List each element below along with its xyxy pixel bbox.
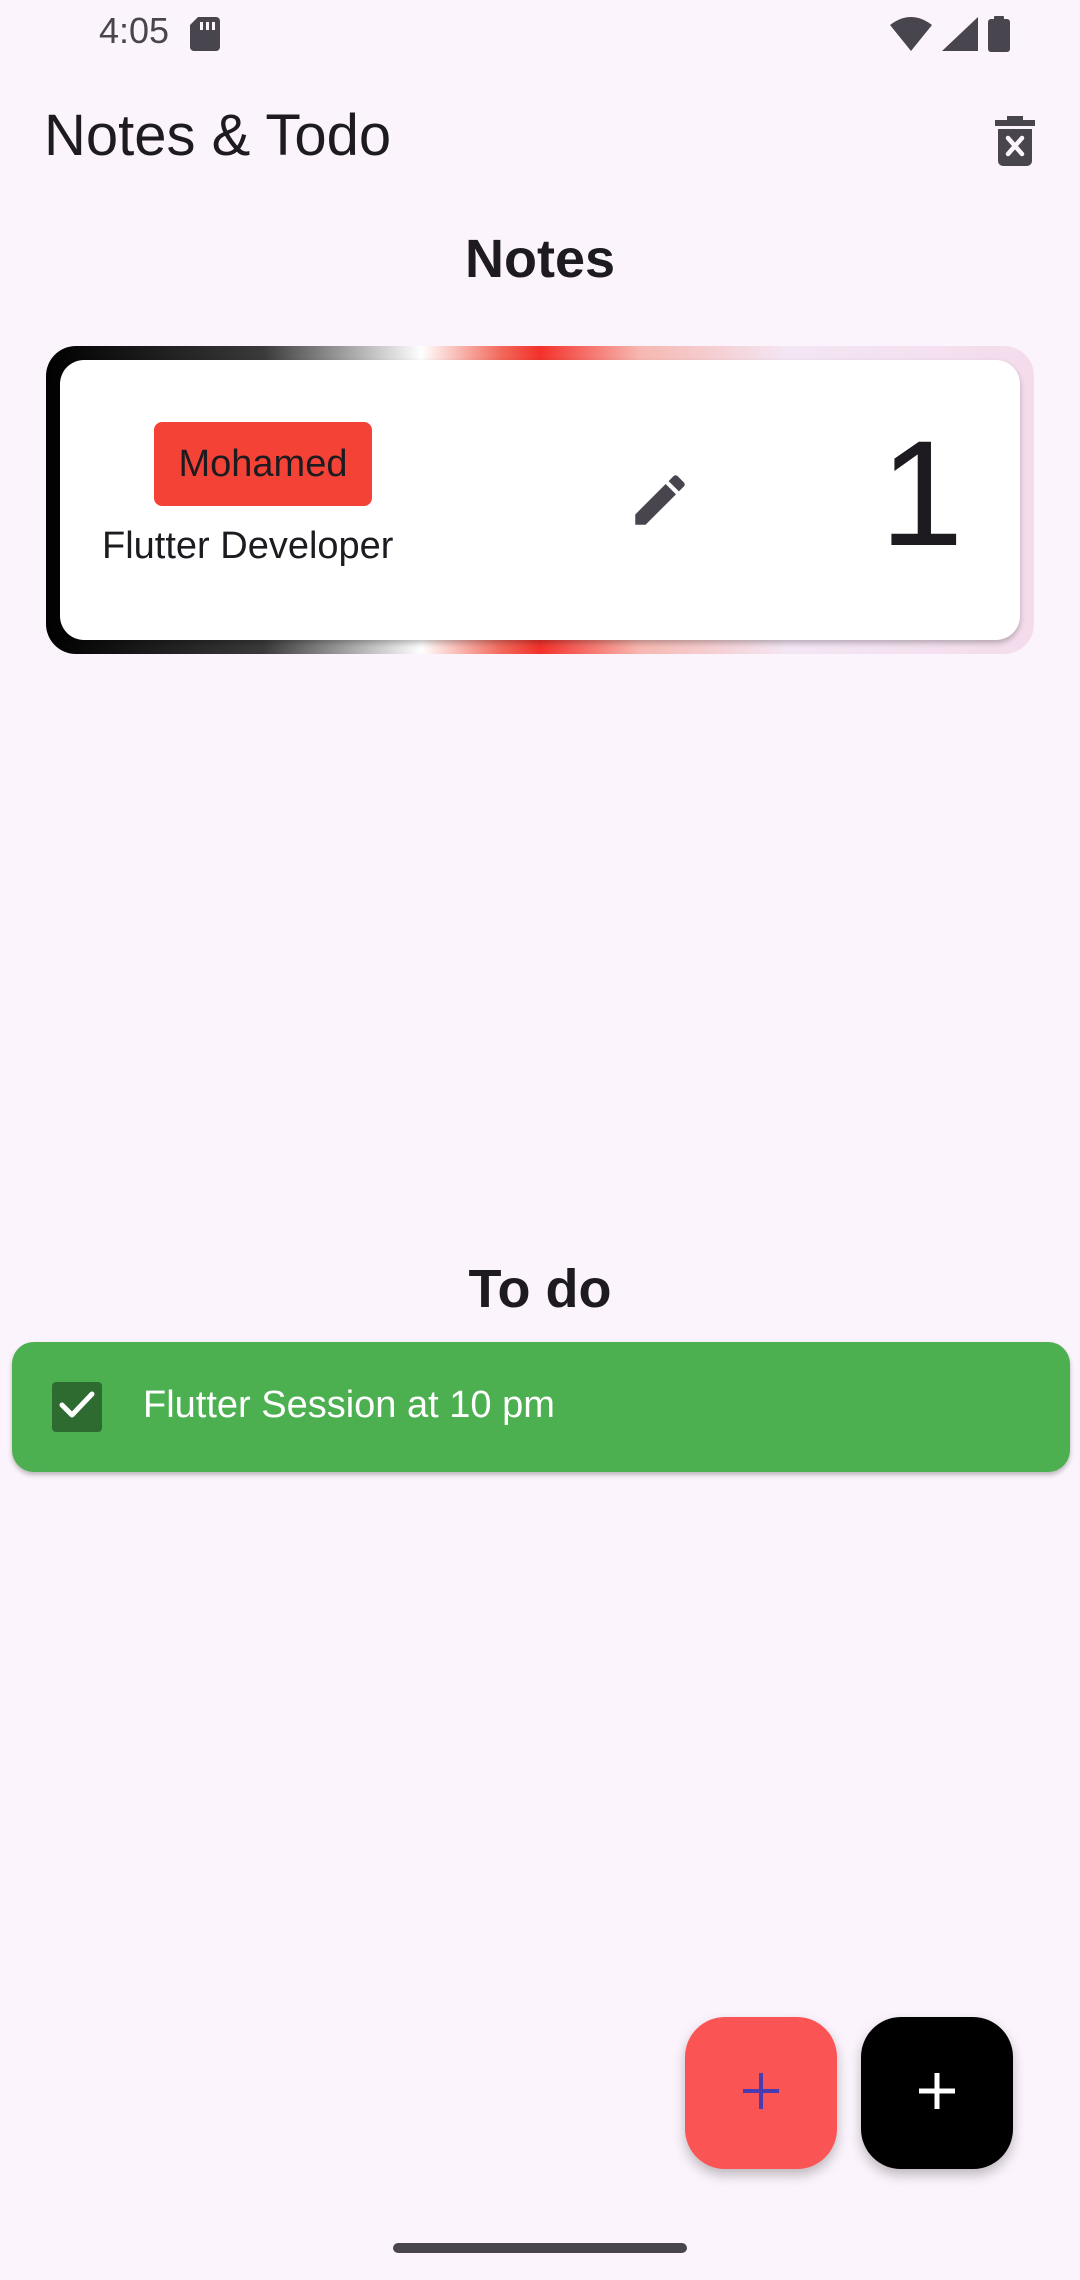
add-note-button[interactable] <box>685 2017 837 2169</box>
add-todo-button[interactable] <box>861 2017 1013 2169</box>
todo-section-title: To do <box>468 1259 612 1319</box>
note-subtitle: Flutter Developer <box>102 525 394 567</box>
app-title: Notes & Todo <box>44 103 392 168</box>
status-icons <box>890 16 1010 57</box>
delete-all-button[interactable] <box>980 108 1050 178</box>
status-time: 4:05 <box>99 10 170 51</box>
sd-card-icon <box>190 17 220 51</box>
status-bar: 4:05 <box>0 0 1080 68</box>
plus-icon <box>739 2069 783 2118</box>
todo-checkbox[interactable] <box>52 1382 102 1432</box>
cell-signal-icon <box>942 17 978 56</box>
battery-icon <box>988 16 1010 57</box>
edit-note-button[interactable] <box>620 462 700 542</box>
wifi-icon <box>890 17 932 56</box>
app-screen: 4:05 Notes & Todo Notes Mohamed Flutter … <box>0 0 1080 2280</box>
delete-forever-icon <box>995 115 1035 171</box>
gesture-navigation-bar[interactable] <box>393 2243 687 2253</box>
check-icon <box>59 1390 95 1425</box>
note-tag: Mohamed <box>154 422 372 506</box>
notes-section-title: Notes <box>464 229 616 289</box>
plus-icon <box>915 2069 959 2118</box>
pencil-icon <box>627 467 693 538</box>
note-number: 1 <box>880 409 964 577</box>
todo-item[interactable]: Flutter Session at 10 pm <box>12 1342 1070 1472</box>
todo-text: Flutter Session at 10 pm <box>143 1384 555 1426</box>
